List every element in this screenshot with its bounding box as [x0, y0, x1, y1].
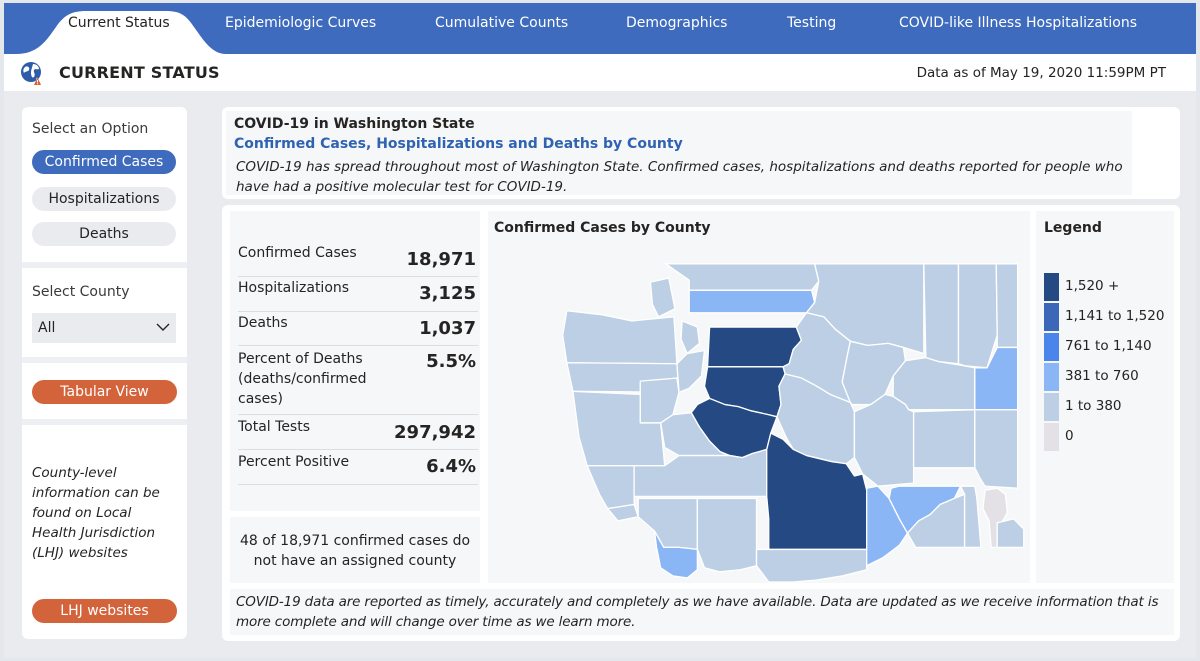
legend-item: 381 to 760: [1044, 363, 1174, 393]
stat-row-percent-positive: Percent Positive 6.4%: [238, 450, 478, 485]
tabular-view-button[interactable]: Tabular View: [32, 380, 177, 404]
page-title: CURRENT STATUS: [59, 63, 220, 82]
stats-panel: Confirmed Cases 18,971 Hospitalizations …: [230, 211, 480, 511]
legend-panel: Legend 1,520 + 1,141 to 1,520 761 to 1,1…: [1036, 211, 1174, 583]
legend-swatch: [1044, 303, 1059, 331]
county-san-juan[interactable]: San Juan: [649, 277, 676, 318]
stat-row-total-tests: Total Tests 297,942: [238, 415, 478, 450]
tab-demographics[interactable]: Demographics: [626, 15, 727, 31]
stat-row-percent-deaths: Percent of Deaths (deaths/confirmed case…: [238, 346, 478, 415]
option-hospitalizations-button[interactable]: Hospitalizations: [32, 187, 176, 211]
globe-warning-icon: [21, 62, 41, 86]
county-snohomish[interactable]: Snohomish: [706, 326, 803, 368]
county-map: WhatcomSan JuanSkagitOkanoganFerrySteven…: [562, 263, 1025, 583]
county-skagit[interactable]: Skagit: [688, 289, 816, 314]
county-adams[interactable]: Adams: [912, 408, 976, 469]
map-panel: Confirmed Cases by County WhatcomSan Jua…: [488, 211, 1030, 583]
county-pacific[interactable]: Pacific: [586, 465, 635, 510]
intro-description: COVID-19 has spread throughout most of W…: [236, 159, 1123, 195]
sidebar-divider: [22, 357, 187, 363]
tab-epidemiologic-curves[interactable]: Epidemiologic Curves: [225, 15, 376, 31]
lhj-websites-button[interactable]: LHJ websites: [32, 599, 177, 623]
county-cowlitz[interactable]: Cowlitz: [637, 497, 699, 551]
county-island[interactable]: Island: [680, 320, 701, 355]
stat-row-confirmed-cases: Confirmed Cases 18,971: [238, 243, 478, 277]
stat-label: Percent Positive: [238, 454, 350, 470]
select-option-label: Select an Option: [32, 121, 149, 137]
tab-covid-like-illness-hospitalizations[interactable]: COVID-like Illness Hospitalizations: [899, 15, 1137, 31]
tab-bar: Current Status Epidemiologic Curves Cumu…: [4, 3, 1196, 54]
tab-current-status[interactable]: Current Status: [68, 15, 170, 31]
legend-swatch: [1044, 393, 1059, 421]
legend-label: 0: [1065, 428, 1074, 444]
stat-value: 297,942: [394, 422, 476, 443]
county-skamania[interactable]: Skamania: [696, 497, 758, 573]
main-card: Confirmed Cases 18,971 Hospitalizations …: [222, 205, 1180, 641]
county-ferry[interactable]: Ferry: [923, 263, 960, 365]
legend-item: 1,141 to 1,520: [1044, 303, 1174, 333]
tab-testing[interactable]: Testing: [787, 15, 836, 31]
legend-swatch: [1044, 273, 1059, 301]
map-title: Confirmed Cases by County: [494, 220, 711, 236]
unassigned-cases-note: 48 of 18,971 confirmed cases do not have…: [230, 517, 480, 583]
sidebar-divider: [22, 419, 187, 425]
stat-row-deaths: Deaths 1,037: [238, 312, 478, 346]
legend-title: Legend: [1044, 220, 1102, 236]
sidebar: Select an Option Confirmed Cases Hospita…: [22, 107, 187, 639]
county-whitman[interactable]: Whitman: [974, 408, 1019, 489]
select-county-label: Select County: [32, 284, 130, 300]
legend-swatch: [1044, 423, 1059, 451]
county-select-value: All: [38, 320, 56, 336]
stat-value: 3,125: [419, 283, 476, 304]
legend-item: 1,520 +: [1044, 273, 1174, 303]
stat-row-hospitalizations: Hospitalizations 3,125: [238, 277, 478, 312]
stat-value: 18,971: [406, 249, 476, 270]
county-whatcom[interactable]: Whatcom: [665, 263, 820, 291]
chevron-down-icon: [156, 323, 170, 331]
option-deaths-button[interactable]: Deaths: [32, 222, 176, 246]
legend-label: 1,141 to 1,520: [1065, 308, 1165, 324]
county-grant[interactable]: Grant: [853, 393, 915, 487]
stat-value: 1,037: [419, 318, 476, 339]
stat-label: Hospitalizations: [238, 280, 350, 296]
page-header: CURRENT STATUS Data as of May 19, 2020 1…: [4, 54, 1196, 91]
intro-panel: COVID-19 in Washington State Confirmed C…: [226, 111, 1132, 195]
option-confirmed-cases-button[interactable]: Confirmed Cases: [32, 150, 176, 174]
stat-value: 6.4%: [426, 456, 476, 477]
county-select[interactable]: All: [32, 313, 176, 343]
county-asotin[interactable]: Asotin: [996, 518, 1025, 549]
county-kitsap[interactable]: Kitsap: [676, 349, 706, 393]
lhj-note: County-level information can be found on…: [32, 465, 160, 561]
intro-card: COVID-19 in Washington State Confirmed C…: [222, 107, 1180, 199]
legend-label: 1 to 380: [1065, 398, 1122, 414]
legend-item: 761 to 1,140: [1044, 333, 1174, 363]
county-pend-oreille[interactable]: Pend Oreille: [995, 263, 1019, 349]
data-disclaimer: COVID-19 data are reported as timely, ac…: [230, 589, 1174, 635]
legend-label: 381 to 760: [1065, 368, 1139, 384]
legend-swatch: [1044, 363, 1059, 391]
legend-item: 0: [1044, 423, 1174, 453]
stat-value: 5.5%: [426, 351, 476, 372]
legend-label: 1,520 +: [1065, 278, 1120, 294]
stat-label: Confirmed Cases: [238, 245, 357, 261]
sidebar-divider: [22, 262, 187, 268]
data-as-of: Data as of May 19, 2020 11:59PM PT: [916, 65, 1166, 81]
intro-subtitle: Confirmed Cases, Hospitalizations and De…: [234, 136, 683, 152]
legend-label: 761 to 1,140: [1065, 338, 1152, 354]
county-clallam[interactable]: Clallam: [562, 310, 678, 365]
legend-item: 1 to 380: [1044, 393, 1174, 423]
intro-title: COVID-19 in Washington State: [234, 116, 475, 132]
dashboard-frame: Current Status Epidemiologic Curves Cumu…: [4, 3, 1196, 658]
tab-cumulative-counts[interactable]: Cumulative Counts: [435, 15, 568, 31]
county-klickitat[interactable]: Klickitat: [755, 548, 868, 583]
stat-label: Deaths: [238, 315, 288, 331]
county-lincoln[interactable]: Lincoln: [892, 356, 976, 411]
county-stevens[interactable]: Stevens: [957, 263, 998, 369]
stat-label: Percent of Deaths (deaths/confirmed case…: [238, 351, 367, 407]
stat-label: Total Tests: [238, 419, 311, 435]
legend-swatch: [1044, 333, 1059, 361]
